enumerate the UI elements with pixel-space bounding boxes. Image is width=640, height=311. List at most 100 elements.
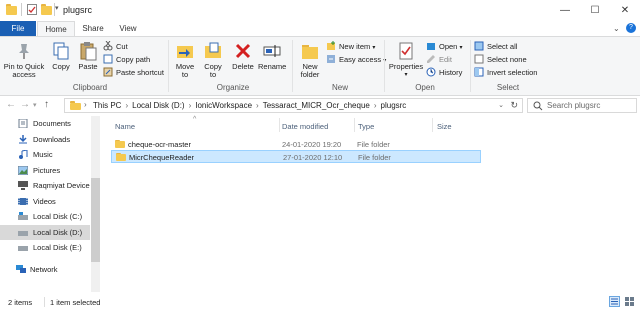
copy-button[interactable]: Copy <box>49 39 73 71</box>
history-icon <box>426 67 436 77</box>
recent-locations-icon[interactable]: ▾ <box>33 101 37 109</box>
history-label: History <box>439 68 463 77</box>
nav-label: Music <box>33 150 53 159</box>
new-folder-button[interactable]: New folder <box>296 39 324 79</box>
forward-arrow-icon[interactable]: → <box>20 99 30 110</box>
nav-item-documents[interactable]: Documents <box>0 116 90 131</box>
paste-shortcut-label: Paste shortcut <box>116 68 164 77</box>
paste-icon <box>78 41 98 61</box>
tab-home[interactable]: Home <box>37 21 75 37</box>
music-icon <box>19 150 28 159</box>
open-button[interactable]: Open ▾ <box>426 41 462 53</box>
close-button[interactable]: ✕ <box>610 0 640 21</box>
up-arrow-icon[interactable]: ↑ <box>44 99 49 110</box>
copy-path-button[interactable]: Copy path <box>103 54 150 66</box>
column-divider[interactable] <box>279 118 280 132</box>
column-header-size[interactable]: Size <box>437 122 452 131</box>
breadcrumb-local-disk-d[interactable]: Local Disk (D:) <box>132 101 184 110</box>
address-row: ← → ▾ ↑ › This PC › Local Disk (D:) › IonicW… <box>0 97 640 115</box>
column-divider[interactable] <box>354 118 355 132</box>
paste-label: Paste <box>78 62 98 71</box>
select-all-label: Select all <box>487 42 518 51</box>
file-date: 27-01-2020 12:10 <box>283 153 343 162</box>
refresh-icon[interactable]: ↻ <box>510 100 518 111</box>
address-bar[interactable]: › This PC › Local Disk (D:) › IonicWorkspace… <box>64 98 523 113</box>
cut-button[interactable]: Cut <box>103 40 128 53</box>
open-group-label: Open <box>415 83 435 92</box>
pictures-icon <box>18 166 28 175</box>
column-divider[interactable] <box>432 118 433 132</box>
tab-share[interactable]: Share <box>76 21 110 37</box>
help-icon[interactable]: ? <box>626 23 636 33</box>
search-input[interactable]: Search plugsrc <box>547 101 600 110</box>
properties-quick-icon[interactable] <box>27 4 37 15</box>
title-bar: ▾ plugsrc — ☐ ✕ <box>0 0 640 21</box>
copy-icon <box>51 41 71 61</box>
rename-button[interactable]: Rename <box>258 39 286 71</box>
maximize-button[interactable]: ☐ <box>580 0 610 21</box>
nav-item-music[interactable]: Music <box>0 147 90 162</box>
chevron-down-icon[interactable]: ⌄ <box>498 101 504 109</box>
paste-shortcut-button[interactable]: Paste shortcut <box>103 67 164 79</box>
nav-item-pictures[interactable]: Pictures <box>0 163 90 178</box>
nav-label: Local Disk (E:) <box>33 243 82 252</box>
edit-label: Edit <box>439 55 452 64</box>
open-icon <box>426 41 436 51</box>
drive-icon <box>18 246 28 251</box>
table-row[interactable]: MicrChequeReader 27-01-2020 12:10 File f… <box>111 150 481 163</box>
nav-item-network[interactable]: Network <box>0 262 90 277</box>
organize-group-label: Organize <box>216 83 250 92</box>
search-box[interactable]: Search plugsrc <box>527 98 637 113</box>
properties-label: Properties <box>388 62 424 71</box>
chevron-right-icon: › <box>84 100 87 109</box>
pin-icon <box>14 41 34 61</box>
invert-selection-button[interactable]: Invert selection <box>474 67 537 79</box>
column-header-name[interactable]: Name <box>115 122 135 131</box>
cut-label: Cut <box>116 42 128 51</box>
details-view-icon[interactable] <box>609 296 620 307</box>
paste-button[interactable]: Paste <box>76 39 100 71</box>
videos-icon <box>18 198 28 205</box>
back-arrow-icon[interactable]: ← <box>6 99 16 110</box>
breadcrumb-tessaract[interactable]: Tessaract_MICR_Ocr_cheque <box>263 101 370 110</box>
select-all-button[interactable]: Select all <box>474 41 517 53</box>
customize-quick-access-icon[interactable]: ▾ <box>55 4 59 12</box>
nav-item-raqmiyat-device[interactable]: Raqmiyat Device <box>0 178 90 193</box>
nav-item-local-disk-e[interactable]: Local Disk (E:) <box>0 240 90 255</box>
breadcrumb-ionicworkspace[interactable]: IonicWorkspace <box>195 101 252 110</box>
move-to-button[interactable]: Move to <box>172 39 198 79</box>
minimize-button[interactable]: — <box>550 0 580 21</box>
device-icon <box>18 181 28 190</box>
new-folder-quick-icon[interactable] <box>41 4 52 15</box>
nav-label: Local Disk (C:) <box>33 212 83 221</box>
nav-scrollbar-thumb[interactable] <box>91 178 100 262</box>
tab-view[interactable]: View <box>111 21 145 37</box>
status-bar: 2 items 1 item selected <box>0 293 640 311</box>
new-folder-icon <box>300 41 320 61</box>
properties-button[interactable]: Properties ▾ <box>388 39 424 79</box>
nav-item-videos[interactable]: Videos <box>0 194 90 209</box>
scissors-icon <box>103 40 113 51</box>
select-none-button[interactable]: Select none <box>474 54 527 66</box>
pin-to-quick-access-button[interactable]: Pin to Quick access <box>3 39 45 79</box>
new-group-label: New <box>331 83 348 92</box>
search-icon <box>533 101 543 111</box>
breadcrumb-plugsrc[interactable]: plugsrc <box>381 101 407 110</box>
easy-access-button[interactable]: Easy access ▾ <box>326 54 386 66</box>
edit-button[interactable]: Edit <box>426 54 452 66</box>
copy-to-button[interactable]: Copy to <box>200 39 226 79</box>
nav-item-local-disk-c[interactable]: Local Disk (C:) <box>0 209 90 224</box>
nav-item-downloads[interactable]: Downloads <box>0 132 90 147</box>
column-header-type[interactable]: Type <box>358 122 374 131</box>
nav-item-local-disk-d[interactable]: Local Disk (D:) <box>0 225 90 240</box>
tab-file[interactable]: File <box>0 21 36 37</box>
new-item-button[interactable]: New item ▾ <box>326 41 375 53</box>
column-header-date[interactable]: Date modified <box>282 122 328 131</box>
chevron-down-icon[interactable]: ⌄ <box>613 24 620 33</box>
breadcrumb-this-pc[interactable]: This PC <box>93 101 121 110</box>
copy-path-label: Copy path <box>116 55 151 64</box>
folder-icon <box>115 140 125 148</box>
delete-button[interactable]: Delete <box>230 39 256 71</box>
large-icons-view-icon[interactable] <box>624 296 635 307</box>
history-button[interactable]: History <box>426 67 462 79</box>
